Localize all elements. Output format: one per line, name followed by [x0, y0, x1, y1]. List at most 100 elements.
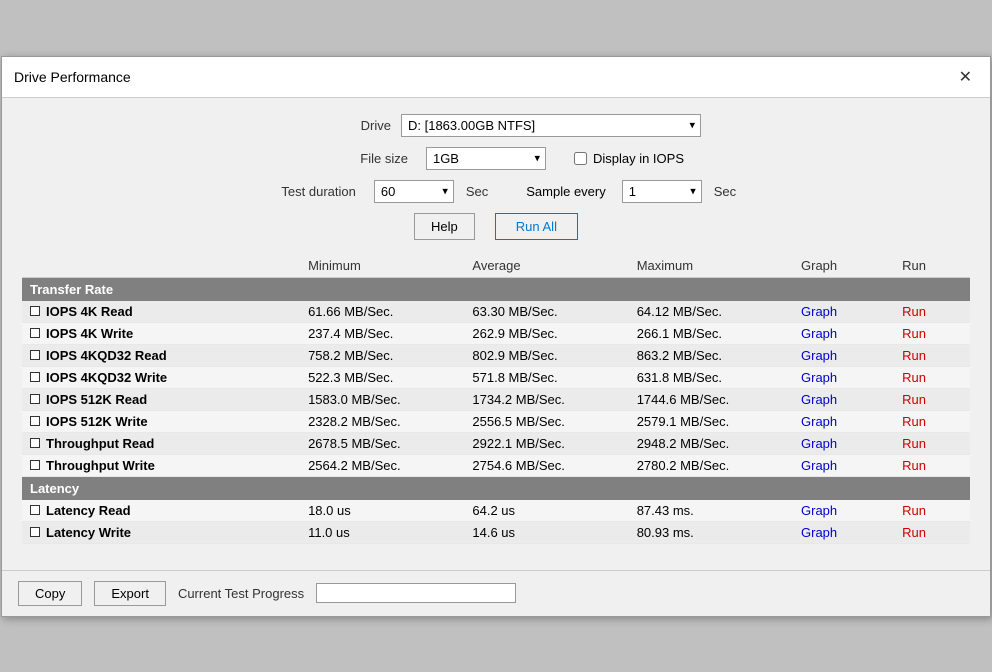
- bottom-bar: Copy Export Current Test Progress: [2, 570, 990, 616]
- row-min-value: 18.0 us: [300, 500, 464, 522]
- section-header-1: Latency: [22, 476, 970, 500]
- row-run-cell: Run: [894, 454, 970, 476]
- row-indicator-icon: [30, 328, 40, 338]
- row-indicator-icon: [30, 350, 40, 360]
- row-name-cell: IOPS 4KQD32 Read: [22, 344, 300, 366]
- row-max-value: 2780.2 MB/Sec.: [629, 454, 793, 476]
- graph-link[interactable]: Graph: [801, 503, 837, 518]
- run-link[interactable]: Run: [902, 503, 926, 518]
- graph-link[interactable]: Graph: [801, 348, 837, 363]
- graph-link[interactable]: Graph: [801, 436, 837, 451]
- row-min-value: 237.4 MB/Sec.: [300, 322, 464, 344]
- duration-label: Test duration: [256, 184, 356, 199]
- filesize-label: File size: [308, 151, 408, 166]
- table-header-row: Minimum Average Maximum Graph Run: [22, 254, 970, 278]
- row-label-text: Latency Read: [46, 503, 131, 518]
- row-min-value: 758.2 MB/Sec.: [300, 344, 464, 366]
- table-row: Throughput Write2564.2 MB/Sec.2754.6 MB/…: [22, 454, 970, 476]
- row-label-text: IOPS 4KQD32 Read: [46, 348, 167, 363]
- filesize-select-wrapper: 1GB: [426, 147, 546, 170]
- graph-link[interactable]: Graph: [801, 458, 837, 473]
- col-header-avg: Average: [464, 254, 628, 278]
- row-label-text: IOPS 4K Read: [46, 304, 133, 319]
- sample-select[interactable]: 1: [622, 180, 702, 203]
- row-label-text: IOPS 512K Read: [46, 392, 147, 407]
- row-indicator-icon: [30, 306, 40, 316]
- row-run-cell: Run: [894, 322, 970, 344]
- row-name-cell: Latency Write: [22, 521, 300, 543]
- drive-select[interactable]: D: [1863.00GB NTFS]: [401, 114, 701, 137]
- row-name-cell: IOPS 4K Read: [22, 301, 300, 323]
- copy-button[interactable]: Copy: [18, 581, 82, 606]
- row-max-value: 1744.6 MB/Sec.: [629, 388, 793, 410]
- row-min-value: 2678.5 MB/Sec.: [300, 432, 464, 454]
- graph-link[interactable]: Graph: [801, 370, 837, 385]
- graph-link[interactable]: Graph: [801, 414, 837, 429]
- row-graph-cell: Graph: [793, 388, 894, 410]
- col-header-min: Minimum: [300, 254, 464, 278]
- row-run-cell: Run: [894, 410, 970, 432]
- table-row: IOPS 512K Write2328.2 MB/Sec.2556.5 MB/S…: [22, 410, 970, 432]
- row-run-cell: Run: [894, 388, 970, 410]
- row-max-value: 80.93 ms.: [629, 521, 793, 543]
- row-max-value: 64.12 MB/Sec.: [629, 301, 793, 323]
- duration-select-wrapper: 60: [374, 180, 454, 203]
- run-link[interactable]: Run: [902, 458, 926, 473]
- col-header-name: [22, 254, 300, 278]
- row-indicator-icon: [30, 372, 40, 382]
- row-avg-value: 262.9 MB/Sec.: [464, 322, 628, 344]
- row-avg-value: 802.9 MB/Sec.: [464, 344, 628, 366]
- row-indicator-icon: [30, 438, 40, 448]
- table-row: Throughput Read2678.5 MB/Sec.2922.1 MB/S…: [22, 432, 970, 454]
- filesize-select[interactable]: 1GB: [426, 147, 546, 170]
- table-row: IOPS 512K Read1583.0 MB/Sec.1734.2 MB/Se…: [22, 388, 970, 410]
- row-label-text: Throughput Read: [46, 436, 154, 451]
- display-iops-checkbox[interactable]: [574, 152, 587, 165]
- row-max-value: 2948.2 MB/Sec.: [629, 432, 793, 454]
- run-link[interactable]: Run: [902, 392, 926, 407]
- row-run-cell: Run: [894, 521, 970, 543]
- table-row: Latency Read18.0 us64.2 us87.43 ms.Graph…: [22, 500, 970, 522]
- sample-label: Sample every: [526, 184, 605, 199]
- run-link[interactable]: Run: [902, 436, 926, 451]
- graph-link[interactable]: Graph: [801, 525, 837, 540]
- row-avg-value: 571.8 MB/Sec.: [464, 366, 628, 388]
- run-all-button[interactable]: Run All: [495, 213, 578, 240]
- row-max-value: 2579.1 MB/Sec.: [629, 410, 793, 432]
- action-buttons-row: Help Run All: [22, 213, 970, 240]
- duration-select[interactable]: 60: [374, 180, 454, 203]
- row-graph-cell: Graph: [793, 366, 894, 388]
- iops-checkbox-row: Display in IOPS: [574, 151, 684, 166]
- export-button[interactable]: Export: [94, 581, 166, 606]
- row-max-value: 863.2 MB/Sec.: [629, 344, 793, 366]
- row-graph-cell: Graph: [793, 322, 894, 344]
- row-name-cell: IOPS 4K Write: [22, 322, 300, 344]
- run-link[interactable]: Run: [902, 525, 926, 540]
- sample-sec-label: Sec: [714, 184, 736, 199]
- graph-link[interactable]: Graph: [801, 326, 837, 341]
- help-button[interactable]: Help: [414, 213, 475, 240]
- col-header-max: Maximum: [629, 254, 793, 278]
- row-indicator-icon: [30, 527, 40, 537]
- content-area: Drive D: [1863.00GB NTFS] File size 1GB …: [2, 98, 990, 560]
- row-run-cell: Run: [894, 366, 970, 388]
- row-min-value: 1583.0 MB/Sec.: [300, 388, 464, 410]
- run-link[interactable]: Run: [902, 370, 926, 385]
- row-graph-cell: Graph: [793, 454, 894, 476]
- row-min-value: 522.3 MB/Sec.: [300, 366, 464, 388]
- row-label-text: Throughput Write: [46, 458, 155, 473]
- table-row: IOPS 4K Write237.4 MB/Sec.262.9 MB/Sec.2…: [22, 322, 970, 344]
- graph-link[interactable]: Graph: [801, 304, 837, 319]
- run-link[interactable]: Run: [902, 414, 926, 429]
- graph-link[interactable]: Graph: [801, 392, 837, 407]
- row-avg-value: 64.2 us: [464, 500, 628, 522]
- close-button[interactable]: ✕: [953, 65, 978, 89]
- row-graph-cell: Graph: [793, 521, 894, 543]
- table-row: Latency Write11.0 us14.6 us80.93 ms.Grap…: [22, 521, 970, 543]
- row-graph-cell: Graph: [793, 344, 894, 366]
- row-avg-value: 63.30 MB/Sec.: [464, 301, 628, 323]
- run-link[interactable]: Run: [902, 304, 926, 319]
- run-link[interactable]: Run: [902, 348, 926, 363]
- run-link[interactable]: Run: [902, 326, 926, 341]
- progress-bar: [316, 583, 516, 603]
